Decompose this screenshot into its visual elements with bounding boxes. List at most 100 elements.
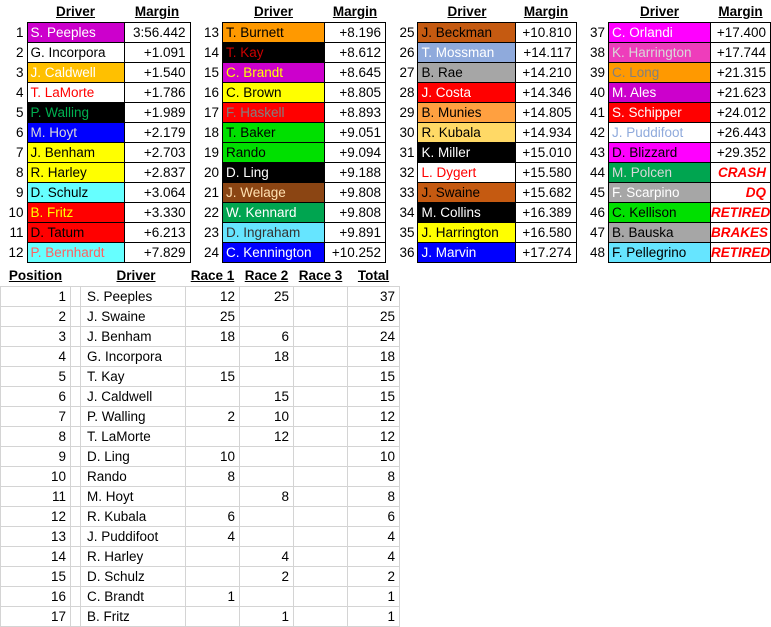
standings-race-2 — [239, 306, 294, 327]
result-margin: +1.091 — [124, 42, 191, 63]
results-row: 21 J. Welage +9.808 — [192, 182, 386, 203]
standings-position: 15 — [0, 566, 71, 587]
result-driver-name: Rando — [222, 142, 325, 163]
results-block-2: Driver Margin 13 T. Burnett +8.196 14 T. Kay +8… — [192, 2, 386, 263]
result-position: 41 — [578, 102, 609, 123]
result-margin: +14.805 — [515, 102, 577, 123]
result-margin: +9.094 — [324, 142, 386, 163]
results-row: 19 Rando +9.094 — [192, 142, 386, 163]
table-row: 3 J. Benham 18 6 24 — [0, 326, 400, 347]
results-row: 5 P. Walling +1.989 — [0, 102, 191, 123]
standings-race-3 — [293, 586, 348, 607]
standings-driver: J. Puddifoot — [80, 526, 186, 547]
results-row: 46 C. Kellison RETIRED — [578, 202, 771, 223]
standings-total: 1 — [347, 606, 400, 627]
standings-total: 12 — [347, 406, 400, 427]
result-position: 2 — [0, 42, 27, 63]
standings-race-1 — [185, 346, 240, 367]
result-margin: +10.252 — [324, 242, 386, 263]
results-header-row: Driver Margin — [579, 2, 771, 23]
standings-total: 15 — [347, 386, 400, 407]
standings-driver: R. Harley — [80, 546, 186, 567]
standings-body: 1 S. Peeples 12 25 37 2 J. Swaine 25 25 3 J. Benha… — [0, 286, 400, 627]
result-position: 32 — [387, 162, 418, 183]
result-margin: +14.934 — [515, 122, 577, 143]
results-row: 27 B. Rae +14.210 — [387, 62, 577, 83]
standings-race-3 — [293, 286, 348, 307]
results-row: 42 J. Puddifoot +26.443 — [578, 122, 771, 143]
result-position: 11 — [0, 222, 27, 243]
result-position: 8 — [0, 162, 27, 183]
standings-spacer — [70, 546, 81, 567]
result-position: 20 — [192, 162, 223, 183]
results-row: 18 T. Baker +9.051 — [192, 122, 386, 143]
standings-total: 10 — [347, 446, 400, 467]
header-driver: Driver — [447, 4, 487, 19]
table-row: 15 D. Schulz 2 2 — [0, 566, 400, 587]
standings-race-1 — [185, 546, 240, 567]
result-driver-name: B. Fritz — [26, 202, 125, 223]
standings-spacer — [70, 486, 81, 507]
table-row: 17 B. Fritz 1 1 — [0, 606, 400, 627]
result-driver-name: C. Kennington — [222, 242, 325, 263]
standings-spacer — [70, 446, 81, 467]
result-margin: +15.682 — [515, 182, 577, 203]
table-row: 7 P. Walling 2 10 12 — [0, 406, 400, 427]
result-driver-name: J. Harrington — [417, 222, 517, 243]
result-position: 47 — [578, 222, 609, 243]
result-driver-name: L. Dygert — [417, 162, 517, 183]
results-row: 43 D. Blizzard +29.352 — [578, 142, 771, 163]
result-driver-name: M. Ales — [608, 82, 712, 103]
result-margin: +8.645 — [324, 62, 386, 83]
result-position: 30 — [387, 122, 418, 143]
results-row: 47 B. Bauska BRAKES — [578, 222, 771, 243]
standings-race-1 — [185, 386, 240, 407]
results-row: 20 D. Ling +9.188 — [192, 162, 386, 183]
standings-position: 10 — [0, 466, 71, 487]
results-row: 3 J. Caldwell +1.540 — [0, 62, 191, 83]
table-row: 2 J. Swaine 25 25 — [0, 306, 400, 327]
results-row: 2 G. Incorpora +1.091 — [0, 42, 191, 63]
standings-race-1: 2 — [185, 406, 240, 427]
result-status: DQ — [710, 182, 771, 203]
result-driver-name: D. Ingraham — [222, 222, 325, 243]
result-position: 48 — [578, 242, 609, 263]
header-driver: Driver — [253, 4, 294, 19]
standings-race-2 — [239, 446, 294, 467]
standings-total: 18 — [347, 346, 400, 367]
standings-position: 3 — [0, 326, 71, 347]
result-driver-name: P. Walling — [26, 102, 125, 123]
result-position: 7 — [0, 142, 27, 163]
header-margin: Margin — [523, 4, 569, 19]
result-margin: +6.213 — [124, 222, 191, 243]
results-row: 29 B. Munies +14.805 — [387, 102, 577, 123]
standings-race-2: 8 — [239, 486, 294, 507]
race-results-panel: Driver Margin 1 S. Peeples 3:56.442 2 G. Incor… — [0, 0, 771, 263]
result-position: 37 — [578, 22, 609, 43]
table-row: 12 R. Kubala 6 6 — [0, 506, 400, 527]
standings-total: 12 — [347, 426, 400, 447]
standings-driver: C. Brandt — [80, 586, 186, 607]
result-driver-name: T. LaMorte — [26, 82, 125, 103]
standings-total: 8 — [347, 486, 400, 507]
header-margin: Margin — [332, 4, 378, 19]
result-position: 45 — [578, 182, 609, 203]
results-row: 30 R. Kubala +14.934 — [387, 122, 577, 143]
result-position: 15 — [192, 62, 223, 83]
result-position: 1 — [0, 22, 27, 43]
result-position: 18 — [192, 122, 223, 143]
standings-position: 13 — [0, 526, 71, 547]
header-race-3: Race 3 — [298, 268, 343, 283]
results-row: 44 M. Polcen CRASH — [578, 162, 771, 183]
results-row: 10 B. Fritz +3.330 — [0, 202, 191, 223]
result-driver-name: J. Puddifoot — [608, 122, 712, 143]
header-margin: Margin — [718, 4, 763, 19]
result-position: 21 — [192, 182, 223, 203]
standings-race-1 — [185, 606, 240, 627]
result-margin: +9.891 — [324, 222, 386, 243]
header-position — [579, 2, 609, 23]
result-position: 27 — [387, 62, 418, 83]
header-race-2: Race 2 — [244, 268, 289, 283]
result-margin: +3.064 — [124, 182, 191, 203]
standings-position: 5 — [0, 366, 71, 387]
